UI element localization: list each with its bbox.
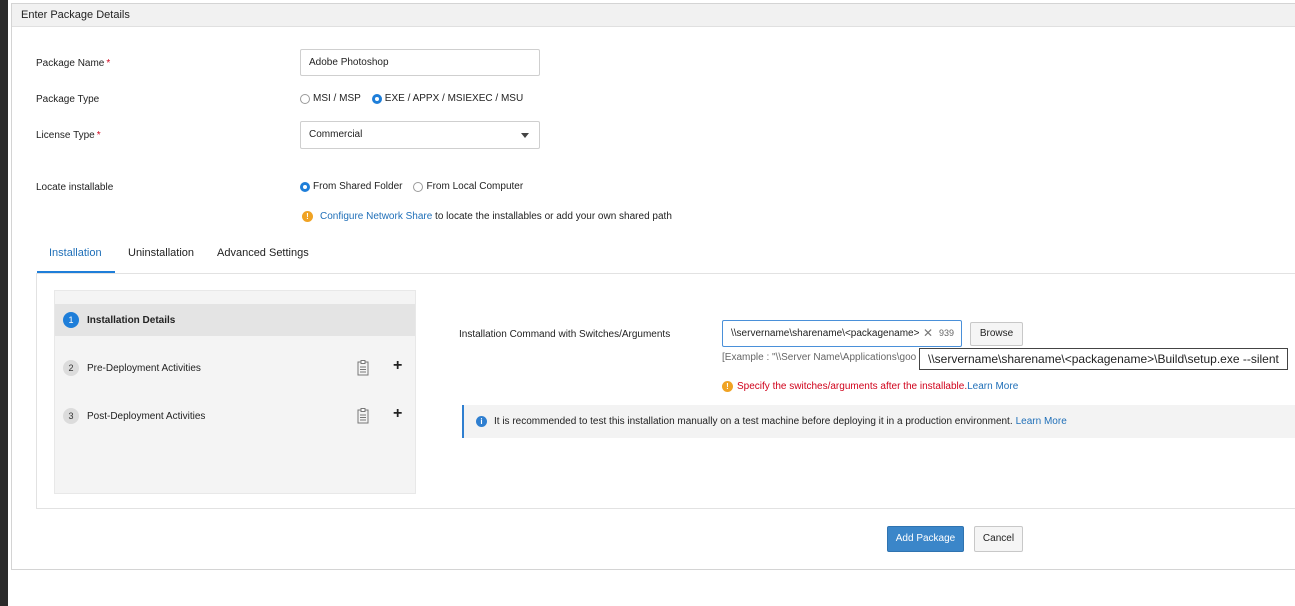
chevron-down-icon xyxy=(521,133,529,138)
package-name-label-text: Package Name xyxy=(36,58,105,69)
license-type-label-text: License Type xyxy=(36,130,95,141)
network-share-hint: ! Configure Network Share to locate the … xyxy=(302,211,672,222)
required-mark: * xyxy=(106,58,111,69)
tab-installation[interactable]: Installation xyxy=(49,247,102,259)
locate-installable-label: Locate installable xyxy=(36,182,114,193)
recommendation-text: It is recommended to test this installat… xyxy=(494,416,1013,427)
plus-icon[interactable]: + xyxy=(393,406,402,422)
installation-command-value: \\servername\sharename\<packagename> xyxy=(731,328,920,339)
command-tooltip: \\servername\sharename\<packagename>\Bui… xyxy=(919,348,1288,370)
configure-network-share-link[interactable]: Configure Network Share xyxy=(320,211,432,222)
radio-msi-msp[interactable]: MSI / MSP xyxy=(300,93,361,104)
clear-icon[interactable]: ✕ xyxy=(923,321,933,346)
installation-command-input[interactable]: \\servername\sharename\<packagename> ✕ 9… xyxy=(722,320,962,347)
char-count: 939 xyxy=(939,328,955,338)
network-share-hint-text: to locate the installables or add your o… xyxy=(432,211,672,222)
license-type-value: Commercial xyxy=(309,129,363,140)
cancel-button[interactable]: Cancel xyxy=(974,526,1023,552)
installation-command-label: Installation Command with Switches/Argum… xyxy=(459,329,671,340)
radio-exe-appx-label: EXE / APPX / MSIEXEC / MSU xyxy=(384,93,524,104)
learn-more-link[interactable]: Learn More xyxy=(967,381,1018,392)
radio-msi-msp-label: MSI / MSP xyxy=(313,93,361,104)
steps-sidebar: 1 Installation Details 2 Pre-Deployment … xyxy=(54,290,416,494)
switches-warning-text: Specify the switches/arguments after the… xyxy=(737,381,968,392)
step-number: 3 xyxy=(63,408,79,424)
step-installation-details[interactable]: 1 Installation Details xyxy=(55,304,415,336)
step-number: 1 xyxy=(63,312,79,328)
window-left-edge xyxy=(0,0,8,606)
license-type-label: License Type * xyxy=(36,130,101,141)
radio-local-computer-label: From Local Computer xyxy=(426,181,524,192)
radio-unchecked-icon[interactable] xyxy=(413,181,424,192)
step-pre-deployment[interactable]: 2 Pre-Deployment Activities + xyxy=(55,352,415,384)
package-name-input[interactable]: Adobe Photoshop xyxy=(300,49,540,76)
step-label: Installation Details xyxy=(87,314,176,326)
warning-icon: ! xyxy=(302,211,313,222)
package-type-label: Package Type xyxy=(36,94,100,105)
radio-unchecked-icon[interactable] xyxy=(300,93,310,104)
clipboard-icon[interactable] xyxy=(357,408,369,424)
license-type-select[interactable]: Commercial xyxy=(300,121,540,149)
locate-installable-radio-group: From Shared Folder From Local Computer xyxy=(300,181,534,192)
package-type-radio-group: MSI / MSP EXE / APPX / MSIEXEC / MSU xyxy=(300,93,534,104)
required-mark: * xyxy=(96,130,101,141)
radio-shared-folder[interactable]: From Shared Folder xyxy=(300,181,402,192)
radio-checked-icon[interactable] xyxy=(371,93,382,104)
learn-more-link[interactable]: Learn More xyxy=(1016,416,1067,427)
radio-exe-appx[interactable]: EXE / APPX / MSIEXEC / MSU xyxy=(371,93,524,104)
clipboard-icon[interactable] xyxy=(357,360,369,376)
add-package-button[interactable]: Add Package xyxy=(887,526,964,552)
plus-icon[interactable]: + xyxy=(393,358,402,374)
package-name-label: Package Name * xyxy=(36,58,110,69)
recommendation-info-bar: i It is recommended to test this install… xyxy=(462,405,1295,438)
step-post-deployment[interactable]: 3 Post-Deployment Activities + xyxy=(55,400,415,432)
info-icon: i xyxy=(476,416,487,427)
step-label: Post-Deployment Activities xyxy=(87,410,206,422)
switches-warning: ! Specify the switches/arguments after t… xyxy=(722,381,1018,392)
example-text: [Example : "\\Server Name\Applications\g… xyxy=(722,352,917,363)
panel-title: Enter Package Details xyxy=(12,4,1295,27)
tab-uninstallation[interactable]: Uninstallation xyxy=(128,247,194,259)
step-label: Pre-Deployment Activities xyxy=(87,362,201,374)
browse-button[interactable]: Browse xyxy=(970,322,1023,346)
radio-checked-icon[interactable] xyxy=(300,181,310,192)
step-number: 2 xyxy=(63,360,79,376)
tab-advanced-settings[interactable]: Advanced Settings xyxy=(217,247,309,259)
radio-shared-folder-label: From Shared Folder xyxy=(313,181,403,192)
warning-icon: ! xyxy=(722,381,733,392)
radio-local-computer[interactable]: From Local Computer xyxy=(413,181,523,192)
